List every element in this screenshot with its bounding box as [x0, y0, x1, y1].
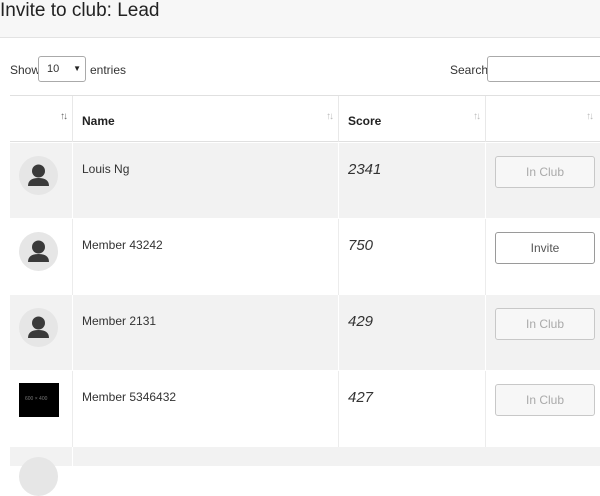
in-club-button[interactable]: In Club: [495, 384, 595, 416]
chevron-down-icon: ▼: [73, 64, 81, 73]
action-cell: In Club: [486, 295, 600, 371]
in-club-button[interactable]: In Club: [495, 308, 595, 340]
member-name: Member 2131: [82, 314, 157, 328]
member-score: 750: [348, 237, 374, 254]
members-table: ↑↓ Name ↑↓ Score ↑↓ ↑↓ Louis Ng 2341 In …: [10, 95, 600, 496]
action-cell: In Club: [486, 371, 600, 447]
score-cell: 429: [339, 295, 486, 371]
show-label: Show: [10, 63, 41, 77]
table-row: Member 2131 429 In Club: [10, 295, 600, 371]
user-avatar-icon: [19, 308, 58, 347]
action-cell: In Club: [486, 143, 600, 219]
score-cell: 750: [339, 219, 486, 295]
entries-select[interactable]: 10 ▼: [38, 56, 86, 82]
avatar-cell: [10, 219, 73, 295]
in-club-button[interactable]: In Club: [495, 156, 595, 188]
member-score: 2341: [348, 161, 382, 178]
avatar-cell: [10, 143, 73, 219]
table-row: Louis Ng 2341 In Club: [10, 143, 600, 219]
member-name: Member 43242: [82, 238, 163, 252]
name-cell: Member 5346432: [73, 371, 339, 447]
sort-icon: ↑↓: [60, 111, 68, 122]
name-cell: Member 43242: [73, 219, 339, 295]
search-label: Search:: [450, 63, 492, 77]
name-cell: Louis Ng: [73, 143, 339, 219]
user-avatar-icon: [19, 156, 58, 195]
user-avatar-icon: [19, 457, 58, 496]
column-header-action[interactable]: ↑↓: [486, 96, 600, 142]
table-header: ↑↓ Name ↑↓ Score ↑↓ ↑↓: [10, 96, 600, 142]
avatar-cell: [10, 295, 73, 371]
table-controls: Show 10 ▼ entries Search:: [0, 56, 600, 84]
column-header-avatar[interactable]: ↑↓: [10, 96, 73, 142]
member-score: 427: [348, 389, 374, 406]
member-score: 429: [348, 313, 374, 330]
sort-icon: ↑↓: [326, 111, 334, 122]
table-row: Member 43242 750 Invite: [10, 219, 600, 295]
avatar-cell: 600 × 400: [10, 371, 73, 447]
search-input[interactable]: [487, 56, 600, 82]
table-row: [10, 447, 600, 496]
invite-button[interactable]: Invite: [495, 232, 595, 264]
sort-icon: ↑↓: [586, 111, 594, 122]
entries-label: entries: [90, 63, 127, 77]
page-title: Invite to club: Lead: [0, 0, 160, 21]
member-name: Louis Ng: [82, 162, 130, 176]
score-cell: 2341: [339, 143, 486, 219]
avatar-cell: [10, 447, 73, 496]
name-cell: Member 2131: [73, 295, 339, 371]
user-avatar-icon: [19, 232, 58, 271]
entries-value: 10: [47, 63, 60, 75]
column-header-score[interactable]: Score ↑↓: [339, 96, 486, 142]
column-header-name[interactable]: Name ↑↓: [73, 96, 339, 142]
action-cell: Invite: [486, 219, 600, 295]
member-name: Member 5346432: [82, 390, 177, 404]
score-cell: 427: [339, 371, 486, 447]
sort-icon: ↑↓: [473, 111, 481, 122]
placeholder-image: 600 × 400: [19, 383, 59, 417]
page-header: Invite to club: Lead: [0, 0, 600, 38]
table-row: 600 × 400 Member 5346432 427 In Club: [10, 371, 600, 447]
